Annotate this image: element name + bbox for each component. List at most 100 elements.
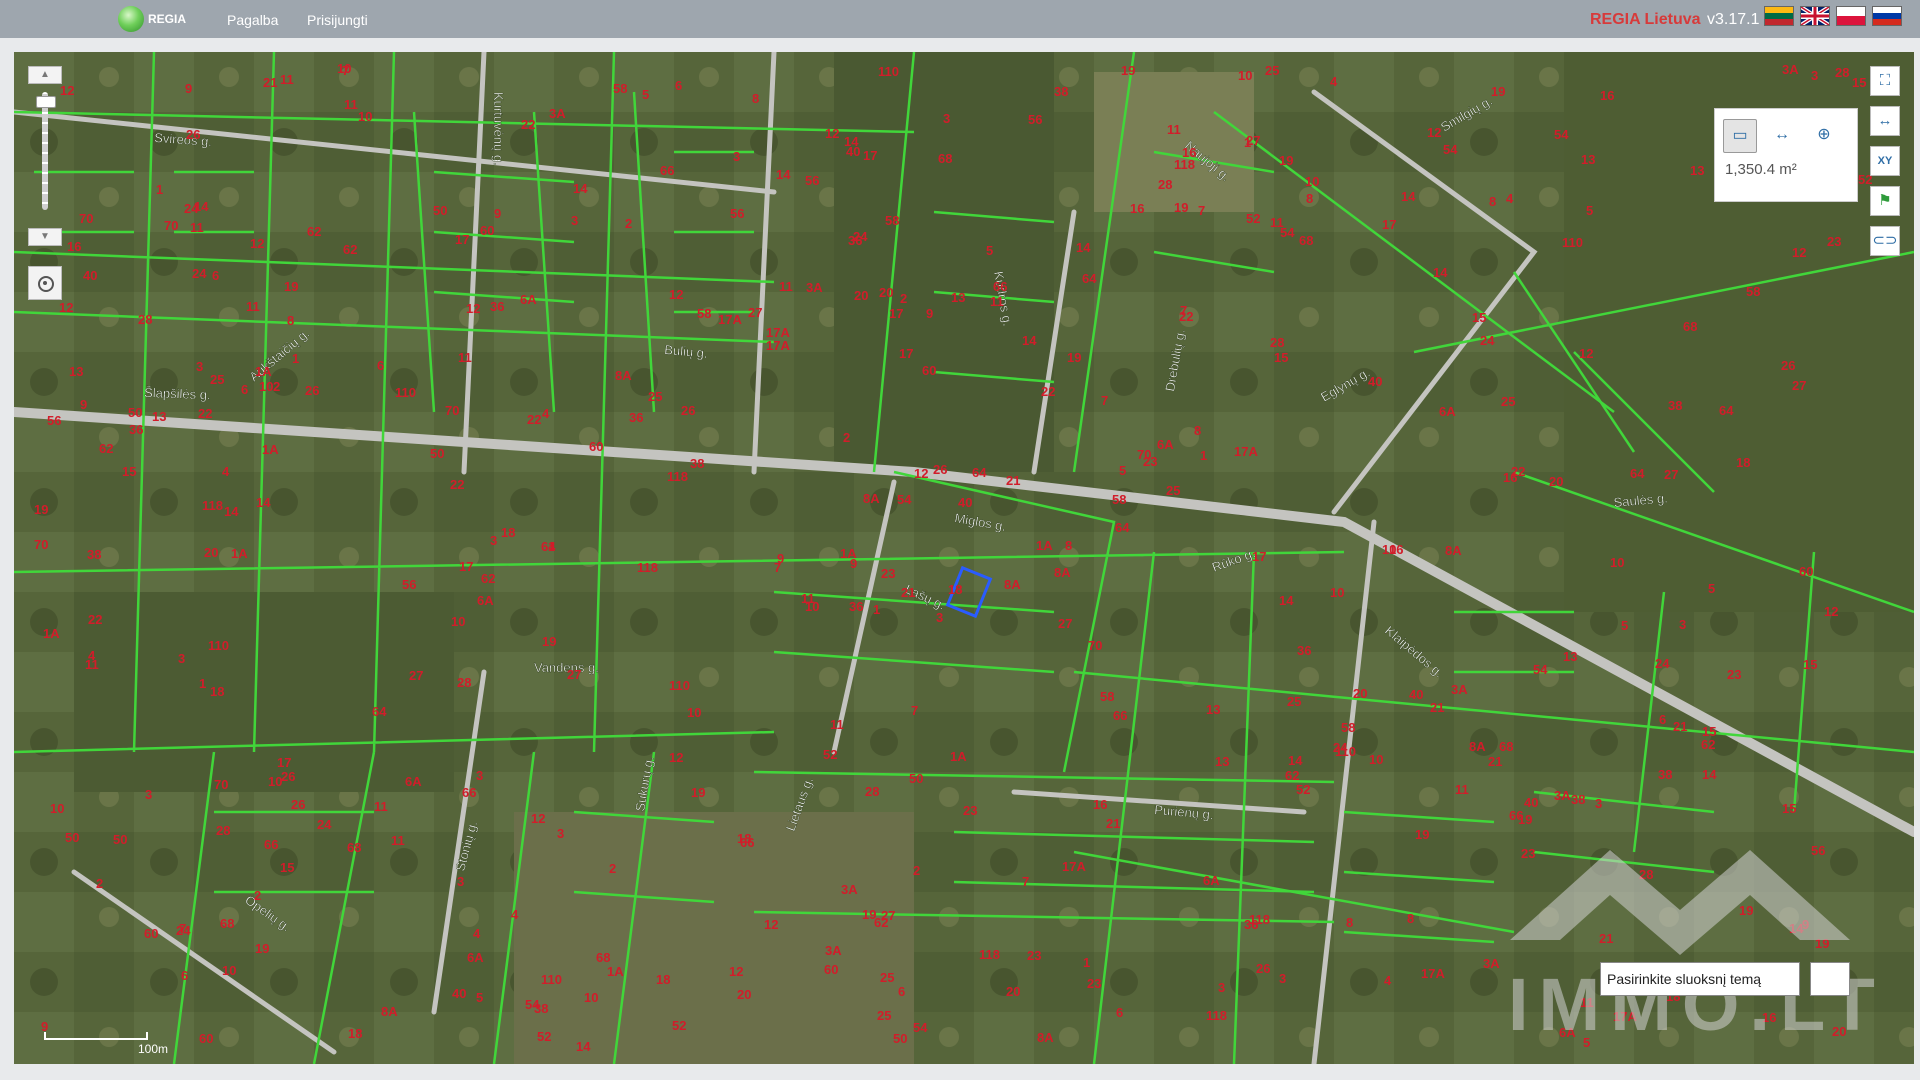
parcel-number[interactable]: 66 <box>660 163 674 178</box>
parcel-number[interactable]: 58 <box>885 213 899 228</box>
parcel-number[interactable]: 64 <box>541 539 556 554</box>
parcel-number[interactable]: 24 <box>176 923 191 938</box>
parcel-number[interactable]: 28 <box>216 823 230 838</box>
parcel-number[interactable]: 1A <box>43 626 60 641</box>
parcel-number[interactable]: 62 <box>1701 737 1715 752</box>
parcel-number[interactable]: 9 <box>494 206 501 221</box>
parcel-number[interactable]: 21 <box>1006 473 1020 488</box>
parcel-number[interactable]: 28 <box>1639 867 1653 882</box>
parcel-number[interactable]: 28 <box>138 312 152 327</box>
parcel-number[interactable]: 15 <box>1782 801 1796 816</box>
parcel-number[interactable]: 50 <box>128 405 142 420</box>
parcel-number[interactable]: 17 <box>455 232 469 247</box>
parcel-number[interactable]: 52 <box>1296 782 1310 797</box>
parcel-number[interactable]: 8 <box>1065 538 1072 553</box>
parcel-number[interactable]: 9 <box>185 81 192 96</box>
parcel-number[interactable]: 5 <box>1586 203 1593 218</box>
parcel-number[interactable]: 62 <box>99 441 113 456</box>
parcel-number[interactable]: 14 <box>776 167 791 182</box>
parcel-number[interactable]: 14 <box>256 495 271 510</box>
parcel-number[interactable]: 60 <box>199 1031 213 1046</box>
parcel-number[interactable]: 11 <box>374 799 388 814</box>
parcel-number[interactable]: 5 <box>1621 618 1628 633</box>
parcel-number[interactable]: 66 <box>993 279 1007 294</box>
flag-en-icon[interactable] <box>1800 6 1830 26</box>
parcel-number[interactable]: 60 <box>824 962 838 977</box>
parcel-number[interactable]: 13 <box>69 364 83 379</box>
parcel-number[interactable]: 1 <box>292 351 299 366</box>
parcel-number[interactable]: 19 <box>691 785 705 800</box>
parcel-number[interactable]: 3 <box>557 826 564 841</box>
parcel-number[interactable]: 16 <box>1503 470 1517 485</box>
parcel-number[interactable]: 17 <box>863 148 877 163</box>
parcel-number[interactable]: 24 <box>317 817 332 832</box>
parcel-number[interactable]: 22 <box>1179 309 1193 324</box>
parcel-number[interactable]: 19 <box>1815 936 1829 951</box>
parcel-number[interactable]: 21 <box>1106 816 1120 831</box>
parcel-number[interactable]: 118 <box>202 498 223 513</box>
parcel-number[interactable]: 4 <box>222 464 230 479</box>
parcel-number[interactable]: 12 <box>729 964 743 979</box>
parcel-number[interactable]: 70 <box>1088 638 1102 653</box>
parcel-number[interactable]: 19 <box>1279 153 1293 168</box>
parcel-number[interactable]: 11 <box>779 279 793 294</box>
measure-area-tool[interactable]: ▭ <box>1723 119 1757 153</box>
parcel-number[interactable]: 12 <box>669 750 683 765</box>
parcel-number[interactable]: 15 <box>1852 75 1866 90</box>
flag-pl-icon[interactable] <box>1836 6 1866 26</box>
parcel-number[interactable]: 17A <box>718 312 742 327</box>
parcel-number[interactable]: 25 <box>877 1008 891 1023</box>
parcel-number[interactable]: 18 <box>348 1026 362 1041</box>
parcel-number[interactable]: 54 <box>1443 142 1458 157</box>
parcel-number[interactable]: 12 <box>250 236 264 251</box>
parcel-number[interactable]: 13 <box>152 409 166 424</box>
parcel-number[interactable]: 2 <box>913 863 920 878</box>
parcel-number[interactable]: 8A <box>1469 739 1486 754</box>
zoom-slider-thumb[interactable] <box>36 96 56 108</box>
parcel-number[interactable]: 13 <box>1690 163 1704 178</box>
parcel-number[interactable]: 4 <box>1384 973 1392 988</box>
layer-select-button[interactable] <box>1810 962 1850 996</box>
parcel-number[interactable]: 11 <box>1455 782 1469 797</box>
parcel-number[interactable]: 11 <box>391 833 405 848</box>
parcel-number[interactable]: 50 <box>893 1031 907 1046</box>
parcel-number[interactable]: 13 <box>1206 702 1220 717</box>
parcel-number[interactable]: 21 <box>1430 700 1444 715</box>
parcel-number[interactable]: 22 <box>521 117 535 132</box>
parcel-number[interactable]: 40 <box>846 144 860 159</box>
parcel-number[interactable]: 17A <box>1234 444 1258 459</box>
parcel-number[interactable]: 19 <box>1518 812 1532 827</box>
parcel-number[interactable]: 17 <box>889 306 903 321</box>
parcel-number[interactable]: 54 <box>1280 225 1295 240</box>
parcel-number[interactable]: 2 <box>625 216 632 231</box>
parcel-number[interactable]: 3A <box>1554 788 1571 803</box>
parcel-number[interactable]: 118 <box>1174 157 1195 172</box>
parcel-number[interactable]: 1 <box>156 182 163 197</box>
parcel-number[interactable]: 14 <box>576 1039 591 1054</box>
parcel-number[interactable]: 40 <box>958 495 972 510</box>
parcel-number[interactable]: 62 <box>481 571 495 586</box>
parcel-number[interactable]: 3 <box>943 111 950 126</box>
parcel-number[interactable]: 19 <box>284 279 298 294</box>
parcel-number[interactable]: 64 <box>1630 466 1645 481</box>
parcel-number[interactable]: 9 <box>80 397 87 412</box>
parcel-number[interactable]: 38 <box>1054 84 1068 99</box>
parcel-number[interactable]: 11 <box>344 97 358 112</box>
parcel-number[interactable]: 19 <box>1415 827 1429 842</box>
parcel-number[interactable]: 27 <box>1664 467 1678 482</box>
parcel-number[interactable]: 38 <box>534 1001 548 1016</box>
parcel-number[interactable]: 3A <box>1782 62 1799 77</box>
parcel-number[interactable]: 58 <box>697 306 711 321</box>
parcel-number[interactable]: 14 <box>1433 265 1448 280</box>
parcel-number[interactable]: 8 <box>752 91 759 106</box>
parcel-number[interactable]: 62 <box>307 224 321 239</box>
parcel-number[interactable]: 52 <box>823 747 837 762</box>
parcel-number[interactable]: 3 <box>936 610 943 625</box>
parcel-number[interactable]: 6A <box>1439 404 1456 419</box>
parcel-number[interactable]: 25 <box>1287 694 1301 709</box>
parcel-number[interactable]: 19 <box>1739 903 1753 918</box>
parcel-number[interactable]: 10 <box>358 109 372 124</box>
parcel-number[interactable]: 110 <box>208 638 229 653</box>
parcel-number[interactable]: 3A <box>806 280 823 295</box>
parcel-number[interactable]: 12 <box>1579 346 1593 361</box>
